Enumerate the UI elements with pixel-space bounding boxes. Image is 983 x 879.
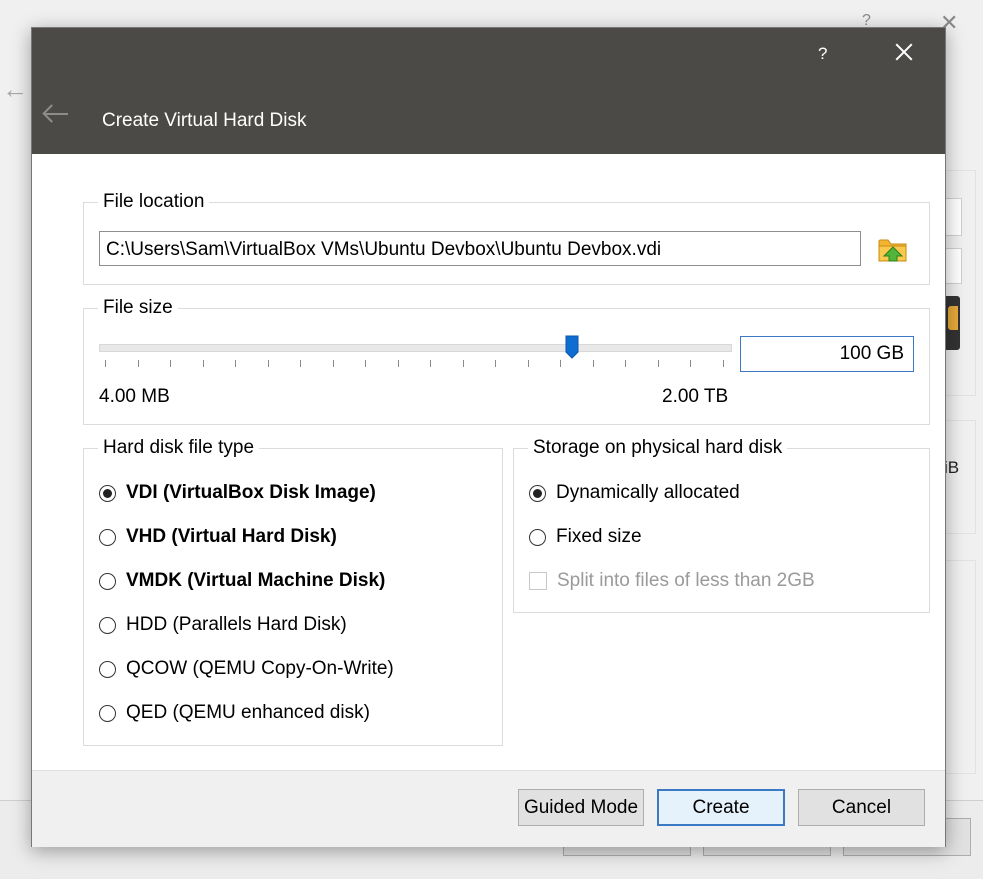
- slider-min-label: 4.00 MB: [99, 386, 170, 407]
- radio-label: Dynamically allocated: [556, 482, 740, 503]
- create-virtual-hard-disk-dialog: ? Create Virtual Hard Disk File location…: [31, 27, 946, 847]
- slider-tick: [527, 360, 529, 367]
- slider-tick: [170, 360, 171, 367]
- radio-button[interactable]: [529, 528, 546, 546]
- radio-button[interactable]: [99, 528, 116, 546]
- parent-group: [944, 170, 976, 396]
- radio-button[interactable]: [99, 616, 116, 634]
- file-size-title: File size: [98, 296, 178, 320]
- slider-tick: [397, 360, 399, 367]
- slider-tick: [235, 360, 236, 367]
- parent-group: [944, 560, 976, 774]
- checkbox-label: Split into files of less than 2GB: [557, 570, 815, 591]
- radio-button[interactable]: [99, 660, 116, 678]
- radio-dynamically-allocated[interactable]: Dynamically allocated: [529, 481, 740, 505]
- radio-label: VMDK (Virtual Machine Disk): [126, 570, 386, 591]
- radio-button[interactable]: [529, 484, 546, 502]
- radio-file-type-option[interactable]: QED (QEMU enhanced disk): [99, 701, 370, 725]
- folder-browse-icon[interactable]: [878, 235, 908, 263]
- parent-back-icon[interactable]: ←: [2, 74, 28, 105]
- slider-tick: [267, 360, 269, 367]
- guided-mode-button[interactable]: Guided Mode: [518, 789, 644, 826]
- radio-file-type-option[interactable]: VHD (Virtual Hard Disk): [99, 525, 337, 549]
- file-location-title: File location: [98, 190, 210, 214]
- parent-partial-text: iB: [944, 458, 960, 477]
- slider-tick: [430, 360, 431, 367]
- file-type-title: Hard disk file type: [98, 436, 260, 460]
- file-size-slider-thumb[interactable]: [565, 335, 579, 359]
- radio-label: HDD (Parallels Hard Disk): [126, 614, 347, 635]
- slider-tick: [592, 360, 594, 367]
- checkbox: [529, 572, 547, 590]
- close-icon[interactable]: [894, 42, 914, 62]
- radio-file-type-option[interactable]: HDD (Parallels Hard Disk): [99, 613, 347, 637]
- radio-fixed-size[interactable]: Fixed size: [529, 525, 642, 549]
- slider-tick: [722, 360, 724, 367]
- slider-tick: [625, 360, 626, 367]
- slider-tick: [137, 360, 139, 367]
- slider-tick: [365, 360, 366, 367]
- slider-tick: [560, 360, 561, 367]
- slider-tick: [300, 360, 301, 367]
- file-size-input[interactable]: 100 GB: [740, 336, 914, 372]
- create-button[interactable]: Create: [657, 789, 785, 826]
- dialog-title: Create Virtual Hard Disk: [102, 110, 307, 131]
- radio-button[interactable]: [99, 484, 116, 502]
- radio-label: Fixed size: [556, 526, 642, 547]
- parent-titlebar: [0, 0, 983, 28]
- back-arrow-icon[interactable]: [42, 104, 72, 124]
- slider-tick: [202, 360, 204, 367]
- slider-tick: [495, 360, 496, 367]
- radio-file-type-option[interactable]: VDI (VirtualBox Disk Image): [99, 481, 376, 505]
- radio-label: VHD (Virtual Hard Disk): [126, 526, 337, 547]
- radio-file-type-option[interactable]: QCOW (QEMU Copy-On-Write): [99, 657, 394, 681]
- storage-title: Storage on physical hard disk: [528, 436, 788, 460]
- radio-label: VDI (VirtualBox Disk Image): [126, 482, 376, 503]
- slider-tick: [657, 360, 659, 367]
- slider-tick: [105, 360, 106, 367]
- radio-label: QED (QEMU enhanced disk): [126, 702, 370, 723]
- radio-button[interactable]: [99, 572, 116, 590]
- slider-max-label: 2.00 TB: [662, 386, 729, 407]
- file-size-slider-track[interactable]: [99, 344, 732, 352]
- slider-tick: [332, 360, 334, 367]
- parent-dark-icon: [944, 296, 960, 350]
- radio-label: QCOW (QEMU Copy-On-Write): [126, 658, 394, 679]
- file-path-input[interactable]: C:\Users\Sam\VirtualBox VMs\Ubuntu Devbo…: [99, 231, 861, 266]
- radio-button[interactable]: [99, 704, 116, 722]
- cancel-button[interactable]: Cancel: [798, 789, 925, 826]
- slider-tick: [690, 360, 691, 367]
- slider-tick: [462, 360, 464, 367]
- radio-file-type-option[interactable]: VMDK (Virtual Machine Disk): [99, 569, 385, 593]
- checkbox-split-files: Split into files of less than 2GB: [529, 569, 815, 593]
- help-icon[interactable]: ?: [818, 44, 827, 64]
- dialog-titlebar: ? Create Virtual Hard Disk: [32, 28, 945, 154]
